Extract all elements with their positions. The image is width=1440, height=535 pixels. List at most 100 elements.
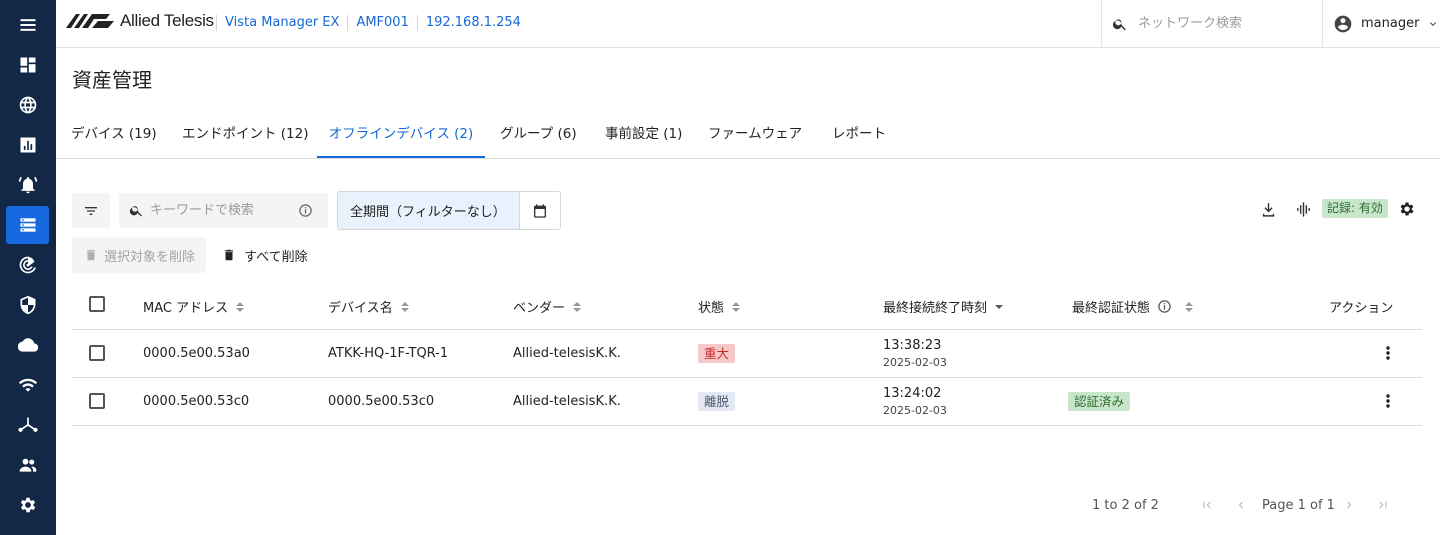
sort-icon: [732, 301, 741, 312]
column-last-auth-label: 最終認証状態: [1072, 301, 1151, 316]
gear-icon[interactable]: [6, 486, 49, 524]
topology-icon[interactable]: [6, 406, 49, 444]
pagination-page: Page 1 of 1: [1262, 498, 1335, 513]
column-device-name-label: デバイス名: [328, 301, 393, 316]
offline-devices-table: MAC アドレス デバイス名 ベンダー 状態 最終接続終了時刻 最終認証状態 ア…: [72, 282, 1422, 426]
select-all-checkbox[interactable]: [89, 296, 105, 312]
cell-date: 2025-02-03: [883, 356, 947, 369]
column-last-disconnect-label: 最終接続終了時刻: [883, 301, 988, 316]
download-icon: [1262, 202, 1274, 217]
row-checkbox[interactable]: [89, 393, 105, 409]
sort-icon: [1185, 301, 1194, 312]
period-filter: 全期間（フィルターなし）: [337, 191, 561, 230]
chart-icon[interactable]: [6, 126, 49, 164]
sort-icon: [573, 301, 582, 312]
cell-date: 2025-02-03: [883, 404, 947, 417]
cell-device-name: ATKK-HQ-1F-TQR-1: [328, 346, 449, 361]
column-vendor[interactable]: ベンダー: [513, 297, 582, 316]
calendar-icon: [534, 203, 546, 218]
delete-selected-label: 選択対象を削除: [104, 249, 196, 265]
brand-name: Allied Telesis: [120, 11, 214, 30]
column-last-auth[interactable]: 最終認証状態: [1072, 297, 1194, 316]
tab-bar: デバイス (19) エンドポイント (12) オフラインデバイス (2) グルー…: [56, 118, 1440, 159]
tab-endpoints[interactable]: エンドポイント (12): [182, 118, 309, 158]
keyword-search-input[interactable]: [148, 202, 292, 219]
period-filter-label[interactable]: 全期間（フィルターなし）: [338, 192, 519, 229]
breadcrumb-ip[interactable]: 192.168.1.254: [416, 15, 529, 31]
column-last-disconnect[interactable]: 最終接続終了時刻: [883, 297, 1004, 316]
column-device-name[interactable]: デバイス名: [328, 297, 410, 316]
chevron-down-icon: [1430, 21, 1437, 26]
last-page-icon[interactable]: [1376, 498, 1390, 512]
auth-badge: 認証済み: [1068, 392, 1131, 411]
column-mac[interactable]: MAC アドレス: [143, 297, 245, 316]
sort-icon: [400, 301, 409, 312]
page-title: 資産管理: [72, 68, 152, 92]
more-actions-icon[interactable]: [1382, 393, 1394, 409]
menu-icon[interactable]: [6, 6, 49, 44]
cell-time: 13:38:23: [883, 338, 942, 353]
column-status[interactable]: 状態: [698, 297, 741, 316]
row-checkbox[interactable]: [89, 345, 105, 361]
table-row[interactable]: 0000.5e00.53a0 ATKK-HQ-1F-TQR-1 Allied-t…: [72, 330, 1422, 378]
column-status-label: 状態: [698, 301, 725, 316]
cell-mac: 0000.5e00.53a0: [143, 346, 250, 361]
calendar-button[interactable]: [519, 192, 560, 229]
tab-devices[interactable]: デバイス (19): [71, 118, 157, 158]
trash-icon: [224, 249, 234, 261]
globe-icon[interactable]: [6, 86, 49, 124]
dashboard-icon[interactable]: [6, 46, 49, 84]
status-badge: 重大: [698, 344, 736, 363]
cell-vendor: Allied-telesisK.K.: [513, 394, 621, 409]
tab-reports[interactable]: レポート: [831, 118, 887, 158]
top-header: Allied Telesis Vista Manager EX AMF001 1…: [56, 0, 1440, 48]
radar-icon[interactable]: [6, 246, 49, 284]
next-page-icon[interactable]: [1342, 498, 1356, 512]
cloud-icon[interactable]: [6, 326, 49, 364]
filter-icon: [85, 206, 97, 215]
waveform-icon: [1296, 201, 1310, 217]
wifi-icon[interactable]: [6, 366, 49, 404]
user-menu[interactable]: manager: [1322, 0, 1440, 47]
tab-firmware[interactable]: ファームウェア: [708, 118, 802, 158]
user-name: manager: [1361, 16, 1420, 31]
info-icon[interactable]: [298, 203, 313, 218]
breadcrumb-app[interactable]: Vista Manager EX: [216, 15, 347, 31]
cell-device-name: 0000.5e00.53c0: [328, 394, 435, 409]
download-button[interactable]: [1258, 199, 1278, 219]
brand-logo[interactable]: Allied Telesis: [66, 11, 214, 31]
record-audio-button[interactable]: [1293, 199, 1313, 219]
column-mac-label: MAC アドレス: [143, 301, 229, 316]
cell-time: 13:24:02: [883, 386, 942, 401]
info-icon[interactable]: [1157, 299, 1172, 314]
breadcrumb: Vista Manager EX AMF001 192.168.1.254: [216, 15, 529, 31]
sort-icon: [236, 301, 245, 312]
delete-all-label: すべて削除: [244, 249, 308, 265]
asset-list-icon[interactable]: [6, 206, 49, 244]
tab-offline-devices[interactable]: オフラインデバイス (2): [317, 118, 485, 158]
tab-groups[interactable]: グループ (6): [500, 118, 577, 158]
filter-button[interactable]: [72, 193, 110, 228]
account-icon: [1334, 15, 1352, 32]
cell-vendor: Allied-telesisK.K.: [513, 346, 621, 361]
delete-all-button[interactable]: すべて削除: [222, 237, 308, 273]
users-icon[interactable]: [6, 446, 49, 484]
delete-selected-button[interactable]: 選択対象を削除: [72, 237, 206, 273]
table-row[interactable]: 0000.5e00.53c0 0000.5e00.53c0 Allied-tel…: [72, 378, 1422, 426]
network-search-input[interactable]: [1136, 15, 1320, 32]
settings-button[interactable]: [1397, 199, 1417, 219]
first-page-icon[interactable]: [1200, 498, 1214, 512]
previous-page-icon[interactable]: [1234, 498, 1248, 512]
search-icon: [129, 206, 142, 217]
more-actions-icon[interactable]: [1382, 345, 1394, 361]
status-badge: 離脱: [698, 392, 736, 411]
network-search: [1101, 0, 1322, 47]
breadcrumb-amf[interactable]: AMF001: [347, 15, 416, 31]
tab-presets[interactable]: 事前設定 (1): [605, 118, 682, 158]
alarm-icon[interactable]: [6, 166, 49, 204]
shield-icon[interactable]: [6, 286, 49, 324]
gear-icon: [1400, 202, 1414, 216]
trash-icon: [86, 249, 96, 261]
sidebar: [0, 0, 56, 535]
column-action: アクション: [1329, 301, 1394, 316]
